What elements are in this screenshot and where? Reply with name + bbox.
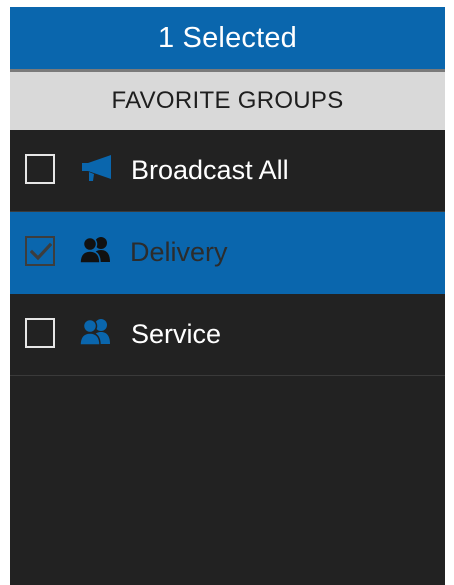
group-checkbox[interactable] [25,318,55,348]
group-label: Broadcast All [131,155,289,185]
megaphone-icon [78,152,114,186]
group-checkbox-checked[interactable] [25,236,55,266]
section-title: FAVORITE GROUPS [111,87,344,114]
group-label: Delivery [130,237,228,267]
group-row-delivery[interactable]: Delivery [10,212,445,294]
group-icon [78,234,114,268]
app-screen: 1 Selected FAVORITE GROUPS Broadcast All [10,7,445,585]
group-row-broadcast-all[interactable]: Broadcast All [10,130,445,212]
selection-count-title: 1 Selected [157,21,298,54]
checkmark-icon [30,242,52,261]
group-label: Service [131,319,222,349]
selection-header: 1 Selected [10,7,445,69]
section-header: FAVORITE GROUPS [10,72,445,130]
group-checkbox[interactable] [25,154,55,184]
group-row-service[interactable]: Service [10,294,445,376]
group-list: Broadcast All Delivery Service [10,130,445,376]
group-icon [78,316,114,350]
